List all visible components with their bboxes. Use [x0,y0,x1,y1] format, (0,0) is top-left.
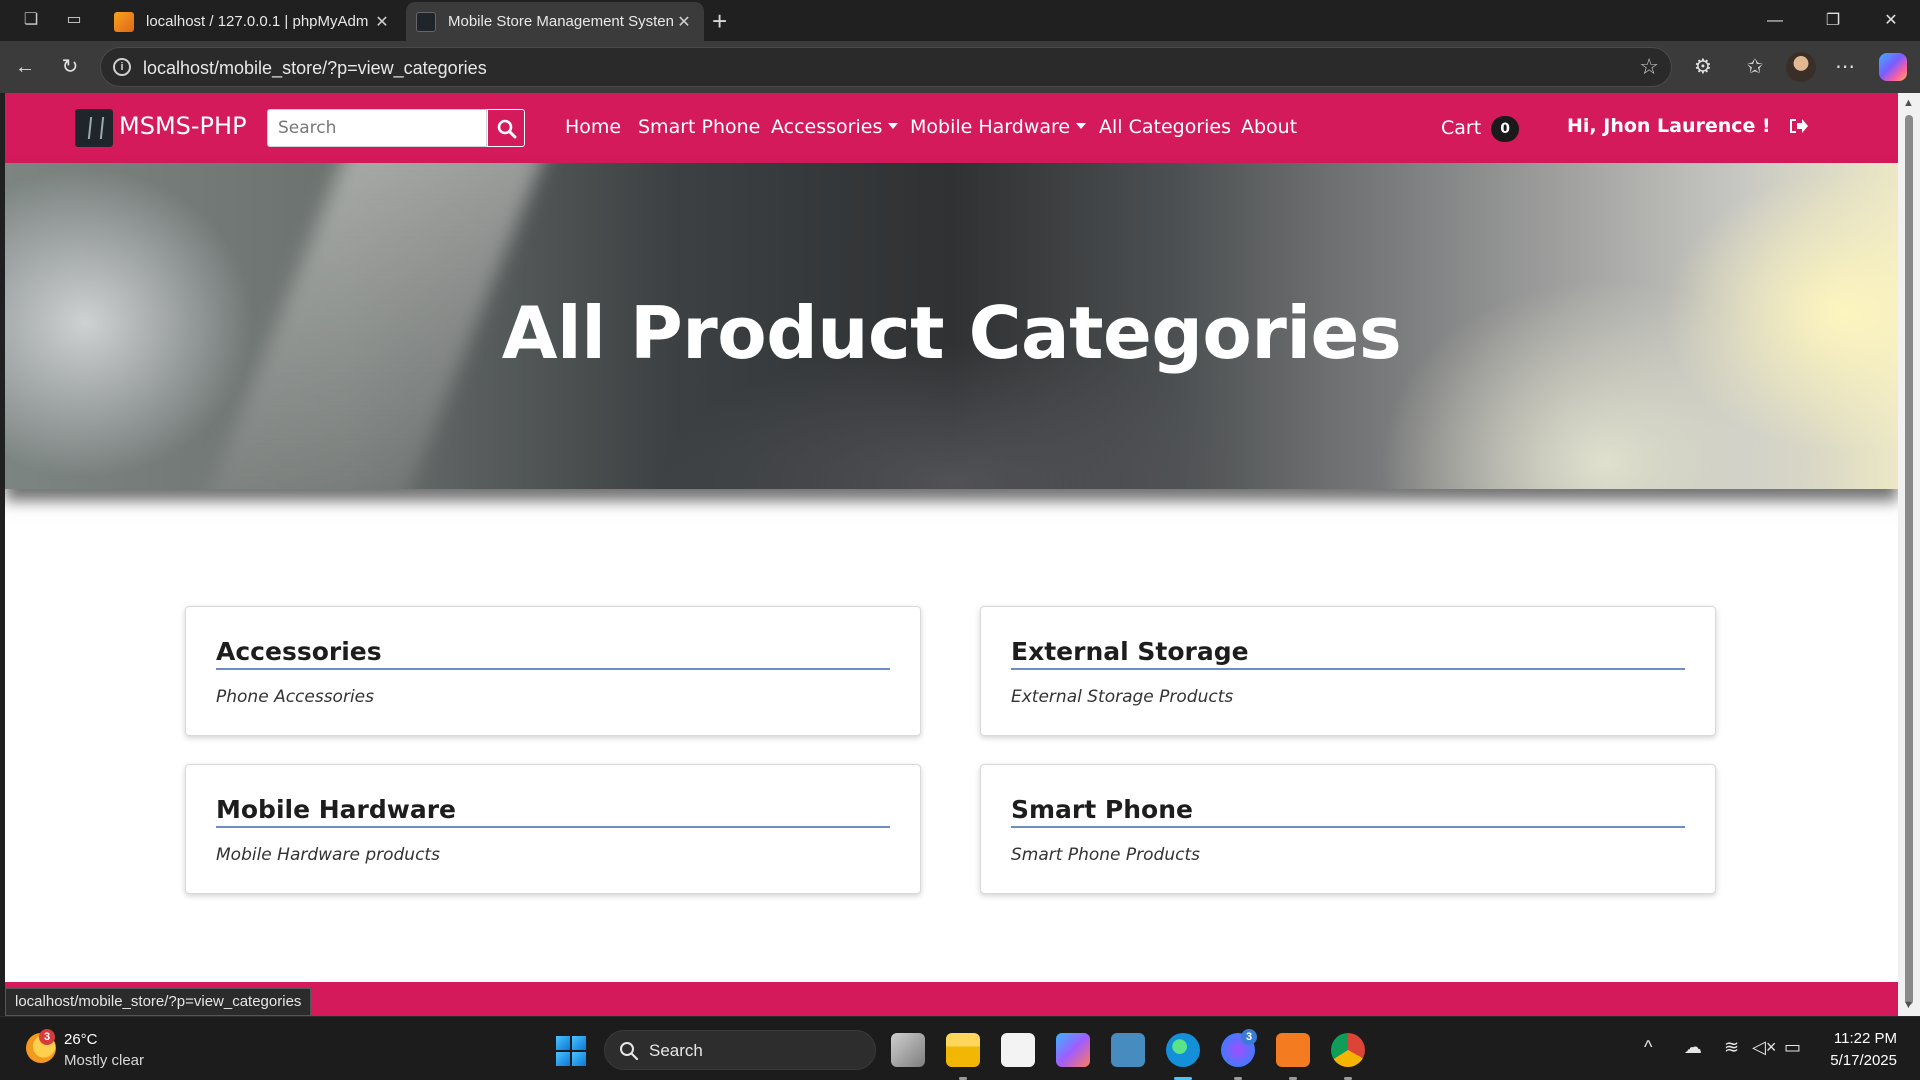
vertical-tabs-icon[interactable]: ▭ [63,9,85,31]
profile-avatar[interactable] [1786,52,1816,82]
close-tab-icon[interactable]: ✕ [674,12,694,32]
page-scrollbar[interactable]: ▲ ▼ [1898,93,1920,1016]
brand-name[interactable]: MSMS-PHP [119,112,247,140]
dropdown-caret-icon [888,123,899,129]
site-navbar: MSMS-PHP Home Smart Phone Accessories Mo… [5,93,1898,163]
wifi-icon[interactable]: ≋ [1724,1037,1739,1058]
brand-logo-icon[interactable] [75,109,113,147]
godot-icon[interactable] [1111,1033,1145,1067]
category-card-smart-phone[interactable]: Smart Phone Smart Phone Products [980,764,1716,894]
file-explorer-icon[interactable] [946,1033,980,1080]
tab-title: localhost / 127.0.0.1 | phpMyAdm [146,13,369,30]
weather-badge: 3 [39,1029,55,1045]
copilot-app-icon[interactable] [1056,1033,1090,1067]
logout-icon[interactable] [1787,115,1809,141]
cart-count-badge: 0 [1491,116,1520,142]
nav-home[interactable]: Home [565,116,621,138]
page-title: All Product Categories [501,291,1402,375]
nav-cart[interactable]: Cart 0 [1441,116,1520,142]
search-button[interactable] [487,109,525,147]
category-description: Phone Accessories [216,687,374,707]
tab-title: Mobile Store Management Systen [448,13,674,30]
tab-phpmyadmin[interactable]: localhost / 127.0.0.1 | phpMyAdm ✕ [104,2,402,41]
battery-icon[interactable]: ▭ [1784,1037,1801,1058]
favorite-star-icon[interactable]: ☆ [1639,54,1659,80]
user-greeting[interactable]: Hi, Jhon Laurence ! [1567,115,1771,137]
more-menu-icon[interactable]: ⋯ [1832,54,1858,80]
nav-accessories-label: Accessories [771,116,883,138]
category-card-accessories[interactable]: Accessories Phone Accessories [185,606,921,736]
extensions-icon[interactable]: ⚙ [1690,54,1716,80]
edge-browser-icon[interactable] [1166,1033,1200,1080]
copilot-icon[interactable] [1879,53,1907,81]
cart-label: Cart [1441,117,1482,139]
hero-banner: All Product Categories [5,163,1898,489]
clock-date[interactable]: 5/17/2025 [1817,1052,1897,1069]
windows-taskbar: 3 26°C Mostly clear Search 3 ^ ☁ ≋ ◁× ▭ … [0,1016,1920,1080]
nav-about[interactable]: About [1241,116,1297,138]
page-viewport: MSMS-PHP Home Smart Phone Accessories Mo… [5,93,1898,1016]
tab-mobile-store[interactable]: Mobile Store Management Systen ✕ [406,2,704,41]
address-bar[interactable]: i localhost/mobile_store/?p=view_categor… [100,47,1672,87]
category-name: Mobile Hardware [216,795,890,828]
dropdown-caret-icon [1076,123,1087,129]
xampp-icon[interactable] [1276,1033,1310,1080]
minimize-icon[interactable]: — [1762,8,1788,34]
task-view-icon[interactable] [891,1033,925,1067]
volume-muted-icon[interactable]: ◁× [1752,1037,1776,1058]
nav-mobile-hardware[interactable]: Mobile Hardware [910,116,1087,138]
new-tab-icon[interactable]: + [712,6,727,37]
chrome-icon[interactable] [1331,1033,1365,1080]
category-name: External Storage [1011,637,1685,670]
messenger-icon[interactable]: 3 [1221,1029,1257,1080]
search-icon [620,1042,639,1061]
category-card-mobile-hardware[interactable]: Mobile Hardware Mobile Hardware products [185,764,921,894]
site-info-icon[interactable]: i [113,58,131,76]
search-input[interactable] [267,109,487,147]
category-description: Smart Phone Products [1011,845,1200,865]
workspaces-icon[interactable]: ❏ [20,9,42,31]
category-name: Smart Phone [1011,795,1685,828]
scrollbar-thumb[interactable] [1905,115,1913,1005]
nav-mobile-hardware-label: Mobile Hardware [910,116,1071,138]
browser-toolbar: ← ↻ i localhost/mobile_store/?p=view_cat… [0,41,1920,93]
msms-favicon-icon [416,11,436,32]
start-windows-icon[interactable] [556,1036,586,1066]
messenger-badge: 3 [1241,1029,1257,1045]
favorites-icon[interactable]: ✩ [1742,54,1768,80]
scroll-up-icon[interactable]: ▲ [1903,97,1914,109]
onedrive-icon[interactable]: ☁ [1684,1037,1702,1058]
nav-all-categories[interactable]: All Categories [1099,116,1231,138]
show-hidden-icons-icon[interactable]: ^ [1644,1037,1652,1058]
reload-icon[interactable]: ↻ [57,54,83,80]
close-window-icon[interactable]: ✕ [1878,8,1904,34]
category-card-external-storage[interactable]: External Storage External Storage Produc… [980,606,1716,736]
microsoft-store-icon[interactable] [1001,1033,1035,1067]
browser-tabstrip: ❏ ▭ localhost / 127.0.0.1 | phpMyAdm ✕ M… [0,0,1920,41]
phpmyadmin-favicon-icon [114,11,134,32]
address-url[interactable]: localhost/mobile_store/?p=view_categorie… [143,58,487,79]
nav-smart-phone[interactable]: Smart Phone [638,116,760,138]
scroll-down-icon[interactable]: ▼ [1903,999,1914,1011]
nav-accessories[interactable]: Accessories [771,116,899,138]
link-status-tooltip: localhost/mobile_store/?p=view_categorie… [5,988,312,1016]
category-name: Accessories [216,637,890,670]
back-icon[interactable]: ← [12,54,38,80]
taskbar-search[interactable]: Search [604,1030,876,1070]
close-tab-icon[interactable]: ✕ [372,12,392,32]
category-description: External Storage Products [1011,687,1234,707]
category-description: Mobile Hardware products [216,845,440,865]
clock-time[interactable]: 11:22 PM [1833,1030,1897,1047]
search-icon [497,119,517,139]
weather-temperature[interactable]: 26°C [64,1031,98,1048]
weather-condition[interactable]: Mostly clear [64,1052,144,1069]
restore-icon[interactable]: ❐ [1820,8,1846,34]
taskbar-search-label: Search [649,1041,703,1060]
